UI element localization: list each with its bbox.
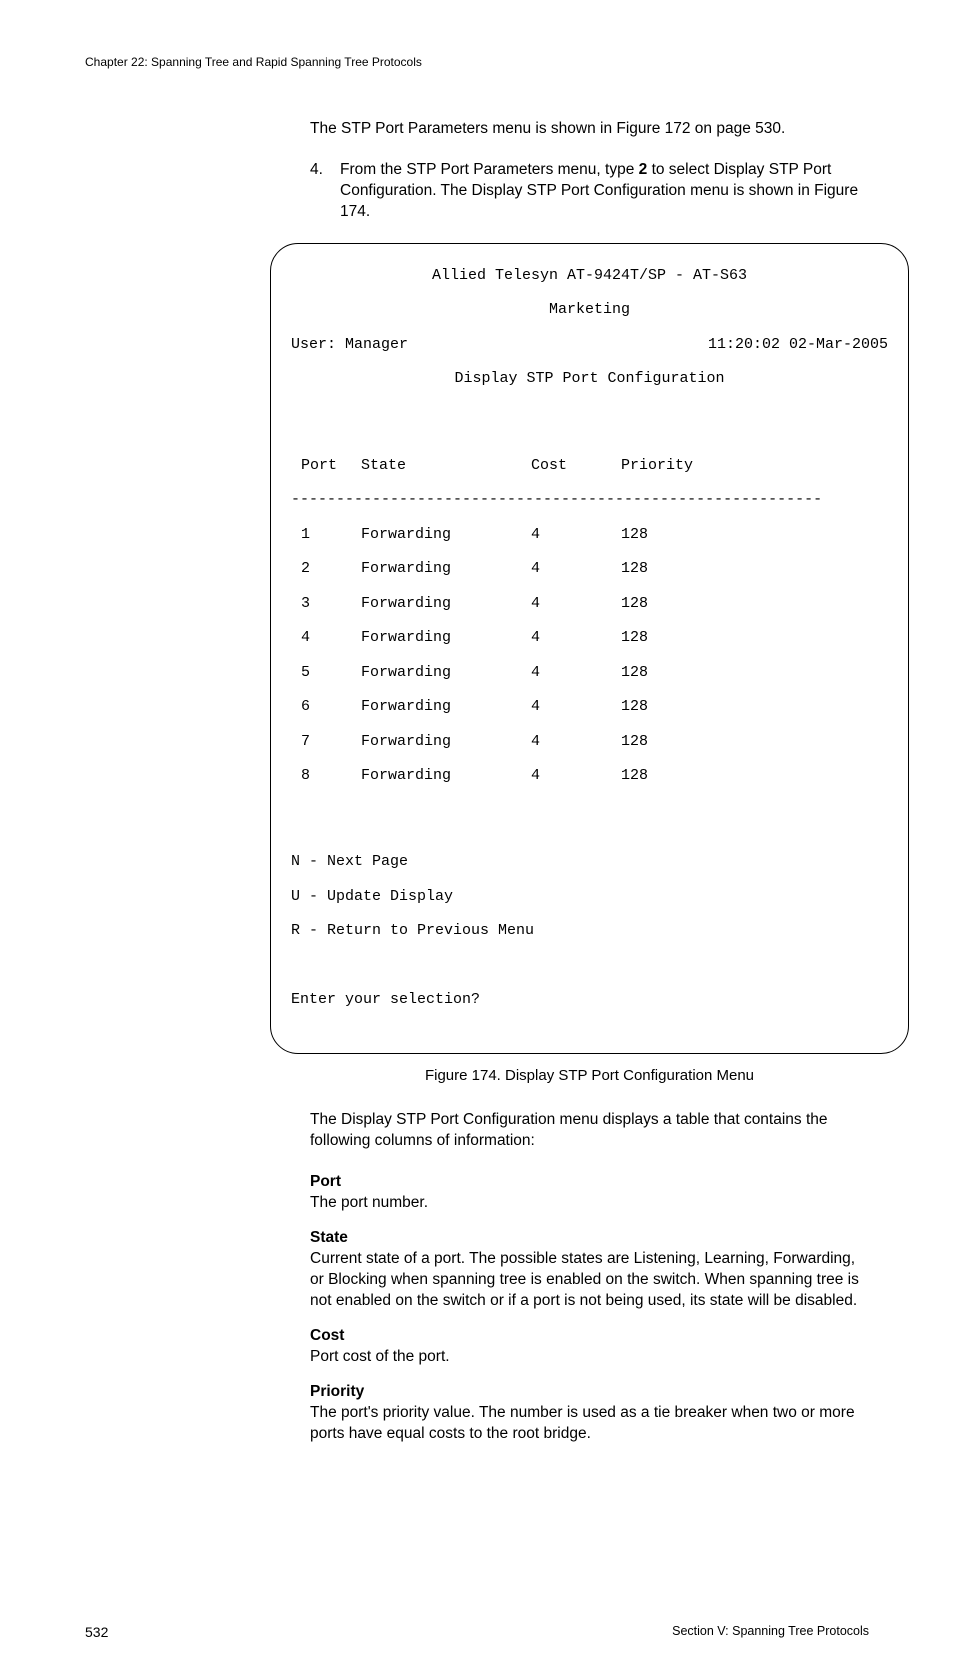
table-row: 7Forwarding4128 [291,733,888,750]
col-port: Port [291,457,361,474]
table-row: 1Forwarding4128 [291,526,888,543]
col-prio: Priority [621,457,888,474]
table-row: 6Forwarding4128 [291,698,888,715]
terminal-screenshot: Allied Telesyn AT-9424T/SP - AT-S63 Mark… [270,243,909,1055]
table-row: 4Forwarding4128 [291,629,888,646]
term-table: PortStateCostPriority ------------------… [291,439,888,801]
table-row: 5Forwarding4128 [291,664,888,681]
opt-n: N - Next Page [291,853,888,870]
term-subtitle: Marketing [291,301,888,318]
def-text: Port cost of the port. [310,1347,869,1368]
para-lead: The Display STP Port Configuration menu … [310,1110,869,1152]
step-text-a: From the STP Port Parameters menu, type [340,161,639,178]
def-term: Port [310,1172,869,1193]
term-user: User: Manager [291,336,408,353]
step-4: 4. From the STP Port Parameters menu, ty… [310,160,869,223]
opt-r: R - Return to Previous Menu [291,922,888,939]
term-title: Allied Telesyn AT-9424T/SP - AT-S63 [291,267,888,284]
page-footer: 532 Section V: Spanning Tree Protocols [85,1624,869,1640]
chapter-header: Chapter 22: Spanning Tree and Rapid Span… [85,55,869,69]
table-row: 8Forwarding4128 [291,767,888,784]
def-term: Priority [310,1382,869,1403]
def-text: The port number. [310,1193,869,1214]
footer-section: Section V: Spanning Tree Protocols [672,1624,869,1640]
table-row: 3Forwarding4128 [291,595,888,612]
term-timestamp: 11:20:02 02-Mar-2005 [708,336,888,353]
def-term: Cost [310,1326,869,1347]
term-menu-title: Display STP Port Configuration [291,370,888,387]
def-text: Current state of a port. The possible st… [310,1249,869,1312]
figure-caption: Figure 174. Display STP Port Configurati… [310,1066,869,1086]
para-intro: The STP Port Parameters menu is shown in… [310,119,869,140]
col-cost: Cost [531,457,621,474]
term-prompt: Enter your selection? [291,991,888,1008]
opt-u: U - Update Display [291,888,888,905]
col-state: State [361,457,531,474]
term-header-row: PortStateCostPriority [291,457,888,474]
page-number: 532 [85,1624,108,1640]
term-divider: ----------------------------------------… [291,491,888,508]
step-bold: 2 [639,161,648,178]
step-number: 4. [310,160,323,181]
def-text: The port's priority value. The number is… [310,1403,869,1445]
table-row: 2Forwarding4128 [291,560,888,577]
def-term: State [310,1228,869,1249]
